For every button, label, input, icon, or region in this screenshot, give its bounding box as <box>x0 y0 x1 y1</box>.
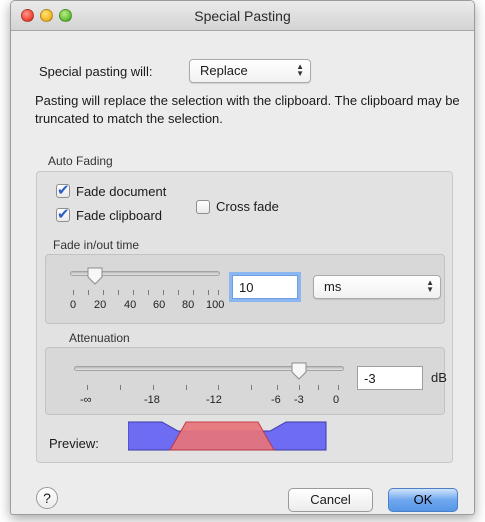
attenuation-group: -∞ -18 -12 -6 -3 0 -3 dB <box>45 347 447 415</box>
fade-clipboard-label: Fade clipboard <box>76 208 162 223</box>
fade-tick-label: 60 <box>153 299 166 311</box>
auto-fading-group: Fade document Fade clipboard Cross fade … <box>36 171 453 463</box>
paste-description: Pasting will replace the selection with … <box>35 93 460 126</box>
attenuation-tick-label: -3 <box>294 394 304 406</box>
tick <box>338 385 339 390</box>
attenuation-tick-label: -12 <box>206 394 222 406</box>
fade-tick-label: 0 <box>70 299 77 311</box>
fade-time-value: 10 <box>239 280 254 295</box>
fade-tick-label: 80 <box>182 299 195 311</box>
help-button[interactable]: ? <box>36 487 58 509</box>
special-pasting-dialog: Special Pasting Special pasting will: Re… <box>10 0 475 515</box>
tick <box>193 290 194 295</box>
attenuation-slider-thumb[interactable] <box>290 361 308 381</box>
tick <box>153 385 154 390</box>
fade-time-input[interactable]: 10 <box>232 275 298 299</box>
fade-time-slider-thumb[interactable] <box>86 266 104 286</box>
updown-arrows-icon: ▲ ▼ <box>296 62 304 78</box>
tick <box>133 290 134 295</box>
window-title: Special Pasting <box>194 8 291 24</box>
fade-preview <box>128 421 327 451</box>
tick <box>148 290 149 295</box>
tick <box>277 385 278 390</box>
tick <box>120 385 121 390</box>
attenuation-value: -3 <box>364 371 376 386</box>
fade-tick-label: 100 <box>206 299 225 311</box>
tick <box>103 290 104 295</box>
attenuation-label: Attenuation <box>69 331 130 345</box>
attenuation-input[interactable]: -3 <box>357 366 423 390</box>
tick <box>299 385 300 390</box>
preview-label: Preview: <box>49 436 99 451</box>
attenuation-unit-label: dB <box>431 370 447 385</box>
tick <box>218 385 219 390</box>
tick <box>178 290 179 295</box>
paste-mode-select[interactable]: Replace ▲ ▼ <box>189 59 311 83</box>
paste-mode-value: Replace <box>200 63 248 78</box>
attenuation-tick-label: 0 <box>333 394 340 406</box>
tick <box>88 290 89 295</box>
attenuation-tick-label: -6 <box>271 394 281 406</box>
fade-time-group: 0 20 40 60 80 100 10 ms ▲ ▼ <box>45 254 445 324</box>
tick <box>87 385 88 390</box>
cancel-button[interactable]: Cancel <box>288 488 373 512</box>
updown-arrows-icon: ▲ ▼ <box>426 278 434 294</box>
fade-time-unit-select[interactable]: ms ▲ ▼ <box>313 275 441 299</box>
tick <box>218 290 219 295</box>
tick <box>318 385 319 390</box>
attenuation-tick-label: -18 <box>144 394 160 406</box>
fade-clipboard-checkbox[interactable] <box>56 205 70 223</box>
title-bar: Special Pasting <box>11 1 474 31</box>
cross-fade-label: Cross fade <box>216 199 279 214</box>
ok-button[interactable]: OK <box>388 488 458 512</box>
fade-tick-label: 40 <box>124 299 137 311</box>
tick <box>208 290 209 295</box>
paste-mode-label: Special pasting will: <box>39 64 153 79</box>
tick <box>163 290 164 295</box>
fade-document-checkbox[interactable] <box>56 181 70 199</box>
fade-document-label: Fade document <box>76 184 167 199</box>
cross-fade-checkbox[interactable] <box>196 200 210 214</box>
fade-time-unit-value: ms <box>324 279 342 294</box>
fade-tick-label: 20 <box>94 299 107 311</box>
preview-clipboard-fade <box>169 421 275 451</box>
fade-time-label: Fade in/out time <box>53 238 140 252</box>
tick <box>73 290 74 295</box>
tick <box>251 385 252 390</box>
auto-fading-label: Auto Fading <box>48 154 113 168</box>
tick <box>186 385 187 390</box>
attenuation-tick-label: -∞ <box>80 394 92 406</box>
tick <box>118 290 119 295</box>
